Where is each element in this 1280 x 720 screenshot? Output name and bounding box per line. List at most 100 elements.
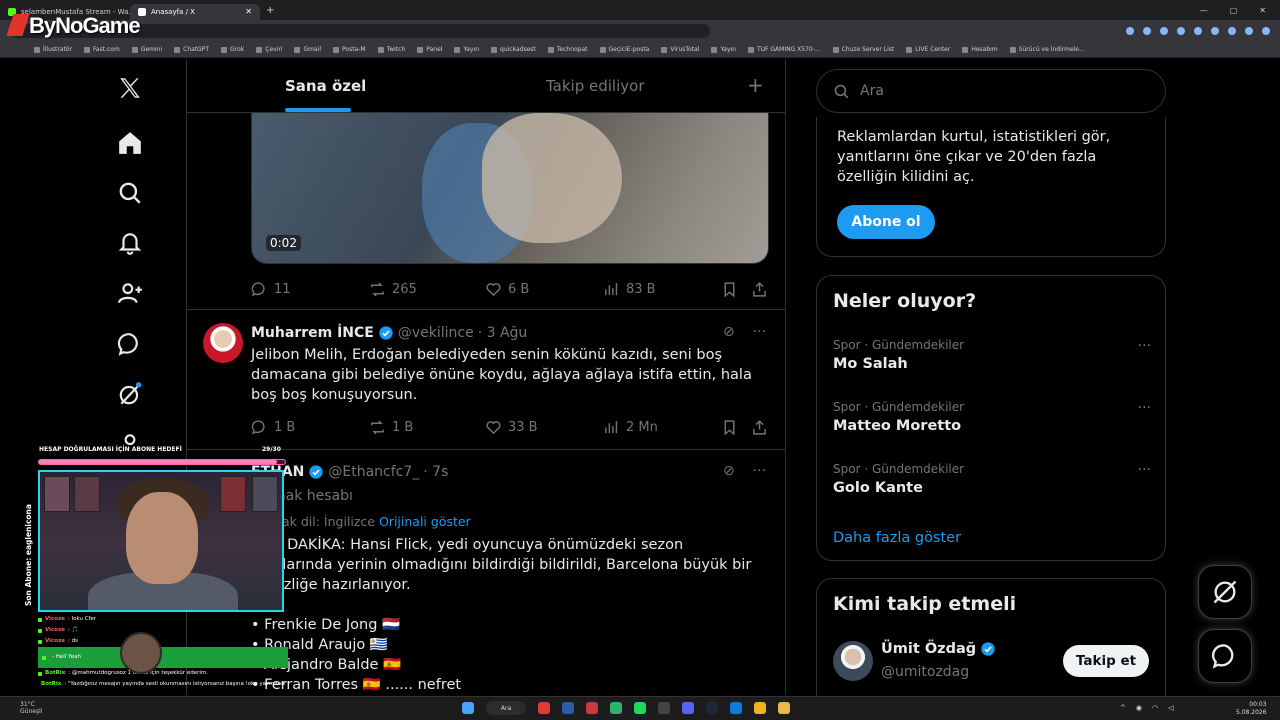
add-tab-icon[interactable]: + <box>747 73 764 97</box>
chrome-icon[interactable] <box>754 702 766 714</box>
tab-for-you[interactable]: Sana özel <box>285 77 366 95</box>
author-handle[interactable]: @vekilince <box>398 325 474 341</box>
bookmark-button[interactable] <box>721 281 738 298</box>
bookmark-item[interactable]: Yayın <box>454 46 479 53</box>
search-input[interactable]: Ara <box>816 69 1166 113</box>
extension-icon[interactable] <box>1211 27 1219 35</box>
bookmark-item[interactable]: Yayın <box>711 46 736 53</box>
tweet-time[interactable]: · 3 Ağu <box>478 325 528 341</box>
close-window-icon[interactable]: ✕ <box>1259 6 1266 15</box>
bookmark-item[interactable]: VirusTotal <box>661 46 699 53</box>
weather-widget[interactable]: 31°C Güneşli <box>20 701 42 715</box>
edge-icon[interactable] <box>730 702 742 714</box>
bookmark-item[interactable]: Gmail <box>294 46 321 53</box>
browser-tab-x[interactable]: Anasayfa / X ✕ <box>130 3 260 20</box>
like-button[interactable]: 33 B <box>485 419 538 436</box>
repost-button[interactable]: 265 <box>369 281 417 298</box>
trend-item[interactable]: Spor · Gündemdekiler Matteo Moretto ··· <box>833 400 1151 434</box>
extension-icon[interactable] <box>1194 27 1202 35</box>
share-button[interactable] <box>751 419 768 436</box>
bookmark-item[interactable]: ChatGPT <box>174 46 209 53</box>
search-icon[interactable] <box>110 173 150 213</box>
more-options-icon[interactable]: ··· <box>1138 400 1151 416</box>
app-icon[interactable] <box>586 702 598 714</box>
follow-suggestion-name[interactable]: Ümit Özdağ <box>881 641 996 657</box>
tray-app-icon[interactable]: ◉ <box>1136 704 1142 712</box>
bookmark-item[interactable]: Fast.com <box>84 46 120 53</box>
views-button[interactable]: 2 Mn <box>603 419 658 436</box>
tweet-time[interactable]: · 7s <box>423 464 448 480</box>
trend-item[interactable]: Spor · Gündemdekiler Golo Kante ··· <box>833 462 1151 496</box>
grok-explain-icon[interactable]: ⊘ <box>723 324 735 340</box>
app-icon[interactable] <box>538 702 550 714</box>
show-original-link[interactable]: Orijinali göster <box>379 514 471 529</box>
extension-icon[interactable] <box>1160 27 1168 35</box>
extension-icon[interactable] <box>1228 27 1236 35</box>
extension-icon[interactable] <box>1143 27 1151 35</box>
extension-icon[interactable] <box>1177 27 1185 35</box>
messages-icon[interactable] <box>110 324 150 364</box>
grok-explain-icon[interactable]: ⊘ <box>723 463 735 479</box>
profile-icon[interactable] <box>1262 27 1270 35</box>
bookmark-item[interactable]: TUF GAMING X570-... <box>747 46 821 53</box>
bookmark-item[interactable]: quickadsest <box>491 46 536 53</box>
reply-button[interactable]: 1 B <box>251 419 295 436</box>
bookmark-item[interactable]: Twitch <box>377 46 405 53</box>
maximize-icon[interactable]: ▢ <box>1230 6 1238 15</box>
steam-icon[interactable] <box>706 702 718 714</box>
repost-button[interactable]: 1 B <box>369 419 413 436</box>
bookmark-item[interactable]: GeçiciE-posta <box>599 46 649 53</box>
bookmark-item[interactable]: Posta-M <box>333 46 366 53</box>
views-button[interactable]: 83 B <box>603 281 656 298</box>
messages-fab-button[interactable] <box>1198 629 1252 683</box>
bookmark-item[interactable]: Gemini <box>131 46 162 53</box>
taskbar-search[interactable]: Ara <box>486 701 526 715</box>
tab-following[interactable]: Takip ediliyor <box>546 77 645 95</box>
app-icon[interactable] <box>658 702 670 714</box>
home-icon[interactable] <box>110 123 150 163</box>
x-logo-icon[interactable] <box>110 68 150 108</box>
bookmark-item[interactable]: Hesabım <box>962 46 998 53</box>
more-options-icon[interactable]: ··· <box>753 463 766 479</box>
new-tab-button[interactable]: + <box>266 5 274 16</box>
bookmark-button[interactable] <box>721 419 738 436</box>
follow-user-icon[interactable] <box>110 273 150 313</box>
bookmark-item[interactable]: Technopat <box>547 46 588 53</box>
avatar[interactable] <box>203 323 243 363</box>
bookmark-item[interactable]: Grok <box>221 46 244 53</box>
author-handle[interactable]: @Ethancfc7_ <box>328 464 419 480</box>
bookmark-item[interactable]: Çeviri <box>256 46 282 53</box>
bookmark-item[interactable]: LIVE Center <box>906 46 950 53</box>
extension-icon[interactable] <box>1245 27 1253 35</box>
grok-icon[interactable] <box>110 374 150 414</box>
bookmark-item[interactable]: Panel <box>417 46 442 53</box>
bookmark-item[interactable]: İllustratör <box>34 46 72 53</box>
tray-arrow-icon[interactable]: ^ <box>1120 704 1126 712</box>
spotify-icon[interactable] <box>634 702 646 714</box>
author-name[interactable]: Muharrem İNCE <box>251 325 374 341</box>
close-tab-icon[interactable]: ✕ <box>245 7 252 16</box>
start-icon[interactable] <box>462 702 474 714</box>
file-explorer-icon[interactable] <box>778 702 790 714</box>
bookmark-item[interactable]: Chuze Server List <box>832 46 894 53</box>
grok-fab-button[interactable] <box>1198 565 1252 619</box>
trend-item[interactable]: Spor · Gündemdekiler Mo Salah ··· <box>833 338 1151 372</box>
discord-icon[interactable] <box>682 702 694 714</box>
more-options-icon[interactable]: ··· <box>1138 462 1151 478</box>
extension-icon[interactable] <box>1126 27 1134 35</box>
app-icon[interactable] <box>562 702 574 714</box>
reply-button[interactable]: 11 <box>251 281 291 298</box>
minimize-icon[interactable]: — <box>1200 6 1208 15</box>
more-options-icon[interactable]: ··· <box>753 324 766 340</box>
app-icon[interactable] <box>610 702 622 714</box>
notifications-bell-icon[interactable] <box>110 223 150 263</box>
like-button[interactable]: 6 B <box>485 281 529 298</box>
share-button[interactable] <box>751 281 768 298</box>
subscribe-button[interactable]: Abone ol <box>837 205 935 239</box>
volume-icon[interactable]: ◁ <box>1168 704 1173 712</box>
bookmark-item[interactable]: Sürücü ve İndirmele... <box>1009 46 1085 53</box>
tweet-video[interactable]: 0:02 <box>251 113 769 264</box>
network-icon[interactable]: ◠ <box>1152 704 1158 712</box>
more-options-icon[interactable]: ··· <box>1138 338 1151 354</box>
follow-button[interactable]: Takip et <box>1063 645 1149 677</box>
